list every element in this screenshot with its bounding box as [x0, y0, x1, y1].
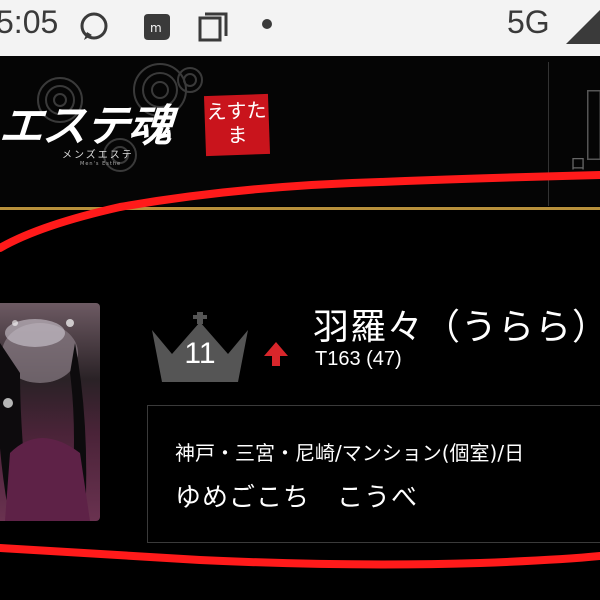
login-button[interactable]	[548, 62, 600, 206]
logo-tagline: Men's Esthe	[80, 161, 122, 167]
status-bar: 5:05 m 5G	[0, 0, 600, 56]
network-type: 5G	[507, 4, 550, 40]
status-time: 5:05	[0, 4, 59, 40]
svg-text:m: m	[150, 21, 162, 35]
shop-name[interactable]: ゆめごこち こうべ	[175, 477, 418, 514]
logo-text: エステ魂	[0, 101, 174, 152]
window-icon	[196, 10, 230, 48]
login-icon	[585, 88, 600, 164]
therapist-name[interactable]: 羽羅々（うらら）	[313, 298, 600, 350]
signal-icon	[566, 6, 600, 50]
shop-area: 神戸・三宮・尼崎/マンション(個室)/日	[175, 441, 525, 465]
rank-number: 11	[184, 337, 216, 370]
profile-photo[interactable]	[0, 303, 100, 521]
app-notification-icon: m	[140, 10, 174, 48]
header-divider	[0, 207, 600, 210]
logo-badge: えすたま	[203, 93, 271, 157]
dot-icon	[260, 16, 274, 35]
logo-subtitle: メンズエステ	[62, 150, 134, 161]
shop-info-box[interactable]	[147, 405, 600, 543]
therapist-stats: T163 (47)	[315, 348, 402, 370]
chat-bubble-icon	[78, 10, 112, 48]
rank-up-arrow-icon	[262, 340, 290, 368]
login-label: ロ	[570, 154, 587, 173]
